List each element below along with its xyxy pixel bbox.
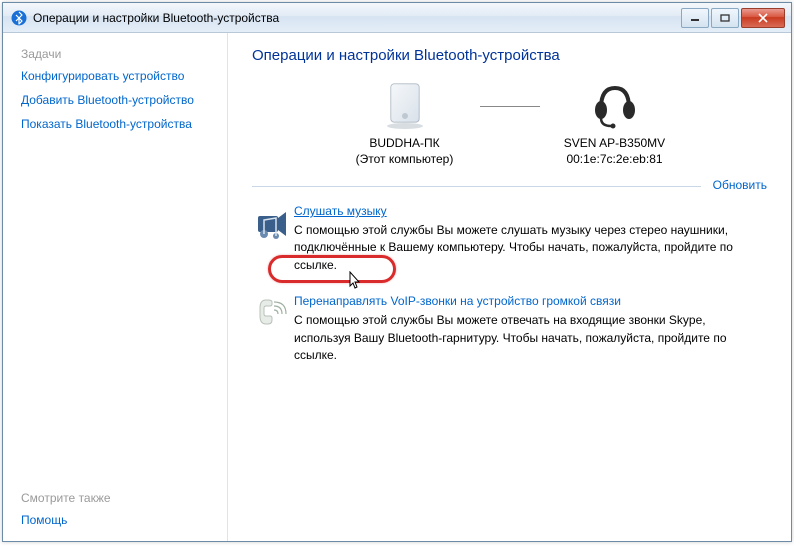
- minimize-button[interactable]: [681, 8, 709, 28]
- device-local-sub: (Этот компьютер): [330, 152, 480, 166]
- voip-service-icon: [254, 294, 294, 364]
- service-voip-title[interactable]: Перенаправлять VoIP-звонки на устройство…: [294, 294, 621, 308]
- music-service-icon: [254, 204, 294, 274]
- service-voip: Перенаправлять VoIP-звонки на устройство…: [252, 294, 767, 364]
- sidebar: Задачи Конфигурировать устройство Добави…: [3, 33, 228, 541]
- window-body: Задачи Конфигурировать устройство Добави…: [3, 33, 791, 541]
- titlebar[interactable]: Операции и настройки Bluetooth-устройств…: [3, 3, 791, 33]
- device-local: BUDDHA-ПК (Этот компьютер): [330, 80, 480, 166]
- service-voip-desc: С помощью этой службы Вы можете отвечать…: [294, 312, 757, 364]
- device-remote-mac: 00:1e:7c:2e:eb:81: [540, 152, 690, 166]
- headset-icon: [587, 80, 643, 130]
- service-listen-music: Слушать музыку С помощью этой службы Вы …: [252, 204, 767, 274]
- window-controls: [679, 8, 785, 28]
- device-remote: SVEN AP-B350MV 00:1e:7c:2e:eb:81: [540, 80, 690, 166]
- window-title: Операции и настройки Bluetooth-устройств…: [33, 11, 679, 25]
- main-panel: Операции и настройки Bluetooth-устройств…: [228, 33, 791, 541]
- sidebar-footer-heading: Смотрите также: [21, 491, 221, 505]
- sidebar-item-add-device[interactable]: Добавить Bluetooth-устройство: [21, 93, 221, 107]
- page-title: Операции и настройки Bluetooth-устройств…: [252, 47, 767, 64]
- connection-line: [480, 106, 540, 107]
- sidebar-item-show-devices[interactable]: Показать Bluetooth-устройства: [21, 117, 221, 131]
- refresh-link[interactable]: Обновить: [713, 178, 767, 192]
- sidebar-item-configure[interactable]: Конфигурировать устройство: [21, 69, 221, 83]
- close-button[interactable]: [741, 8, 785, 28]
- window: Операции и настройки Bluetooth-устройств…: [2, 2, 792, 542]
- computer-icon: [377, 80, 433, 130]
- sidebar-help-link[interactable]: Помощь: [21, 513, 221, 527]
- device-local-name: BUDDHA-ПК: [330, 136, 480, 150]
- bluetooth-icon: [11, 10, 27, 26]
- divider: Обновить: [252, 178, 767, 192]
- service-music-desc: С помощью этой службы Вы можете слушать …: [294, 222, 757, 274]
- device-pair-row: BUDDHA-ПК (Этот компьютер) SVE: [252, 80, 767, 166]
- device-remote-name: SVEN AP-B350MV: [540, 136, 690, 150]
- maximize-button[interactable]: [711, 8, 739, 28]
- service-music-title[interactable]: Слушать музыку: [294, 204, 387, 218]
- sidebar-heading: Задачи: [21, 47, 221, 61]
